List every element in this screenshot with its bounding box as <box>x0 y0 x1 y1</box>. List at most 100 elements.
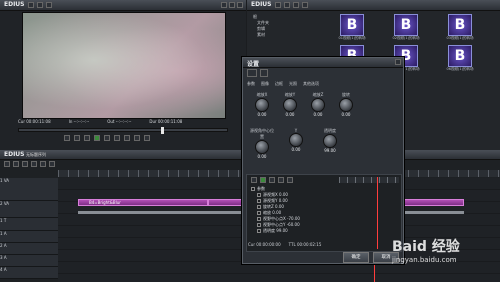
track-header[interactable]: 1 VA <box>0 178 58 201</box>
close-icon[interactable] <box>237 2 243 8</box>
transport-controls <box>64 135 150 141</box>
in-timecode: In --:--:--:-- <box>68 119 90 124</box>
track-name: 2 VA <box>0 201 10 206</box>
tool-icon[interactable] <box>22 161 28 167</box>
menu-button[interactable] <box>28 2 34 8</box>
tool-icon[interactable] <box>13 161 19 167</box>
timecode-bar: Cur 00:00:11:08 In --:--:--:-- Out --:--… <box>18 119 228 126</box>
loop-icon[interactable] <box>124 135 130 141</box>
ok-button[interactable]: 确定 <box>343 252 369 263</box>
scrubber-handle[interactable] <box>161 127 164 134</box>
mark-out-icon[interactable] <box>144 135 150 141</box>
bin-title: EDIUS <box>251 1 272 8</box>
knob-control[interactable] <box>289 133 303 147</box>
preset-icon[interactable] <box>247 69 257 77</box>
tab-params[interactable]: 参数 <box>247 81 255 87</box>
keyframe-ruler[interactable] <box>339 177 399 183</box>
checkbox[interactable] <box>257 205 261 209</box>
knob-control[interactable] <box>311 98 325 112</box>
folder-icon[interactable] <box>275 2 281 8</box>
clip-label: B4=Bright&Blur <box>89 200 121 205</box>
next-keyframe-icon[interactable] <box>287 177 293 183</box>
knob-control[interactable] <box>339 98 353 112</box>
play-icon[interactable] <box>260 177 266 183</box>
knob-control[interactable] <box>255 98 269 112</box>
checkbox[interactable] <box>257 211 261 215</box>
thumbnail-image: B <box>448 14 472 36</box>
knob-control[interactable] <box>255 140 269 154</box>
keyframe-playhead[interactable] <box>377 177 378 249</box>
thumbnail-image: B <box>448 45 472 67</box>
player-scrubber[interactable] <box>18 127 228 134</box>
track-header[interactable]: 1 T <box>0 218 58 231</box>
checkbox[interactable] <box>251 187 255 191</box>
fast-forward-icon[interactable] <box>104 135 110 141</box>
tab-other[interactable]: 其他选项 <box>303 81 319 87</box>
search-icon[interactable] <box>302 2 308 8</box>
settings-dialog: 设置 参数 图像 边框 光照 其他选项 缩放X 0.00 缩放Y 0.00 缩放… <box>242 57 404 264</box>
dialog-title: 设置 <box>247 61 260 68</box>
next-frame-icon[interactable] <box>114 135 120 141</box>
checkbox[interactable] <box>257 229 261 233</box>
minimize-icon[interactable] <box>221 2 227 8</box>
close-icon[interactable] <box>395 59 401 65</box>
tool-icon[interactable] <box>49 161 55 167</box>
timeline-clip[interactable]: B4=Bright&Blur <box>78 199 208 206</box>
track-name: 4 A <box>0 267 7 272</box>
track-name: 1 T <box>0 218 7 223</box>
keyframe-toolbar <box>251 177 293 183</box>
stop-icon[interactable] <box>84 135 90 141</box>
track-header[interactable]: 2 A <box>0 243 58 255</box>
rewind-icon[interactable] <box>74 135 80 141</box>
checkbox[interactable] <box>257 223 261 227</box>
knob-value: 0.00 <box>257 112 267 117</box>
knob-control[interactable] <box>323 134 337 148</box>
thumbnail-label: 06视频(1)的转场 <box>446 67 474 71</box>
knob-control[interactable] <box>283 98 297 112</box>
app-title: EDIUS <box>4 1 25 8</box>
tab-border[interactable]: 边框 <box>275 81 283 87</box>
thumbnail-label: 03视频(1)的转场 <box>446 36 474 40</box>
view-icon[interactable] <box>293 2 299 8</box>
play-icon[interactable] <box>94 135 100 141</box>
ttl-timecode: TTL 00:00:02:15 <box>288 242 322 247</box>
tool-icon[interactable] <box>31 161 37 167</box>
watermark-url: jingyan.baidu.com <box>392 256 457 264</box>
tool-icon[interactable] <box>40 161 46 167</box>
checkbox[interactable] <box>257 193 261 197</box>
tool-icon[interactable] <box>4 161 10 167</box>
thumbnail-image: B <box>340 14 364 36</box>
knob-value: 0.00 <box>341 112 351 117</box>
tab-image[interactable]: 图像 <box>261 81 269 87</box>
maximize-icon[interactable] <box>229 2 235 8</box>
menu-button[interactable] <box>46 2 52 8</box>
checkbox-icon[interactable] <box>251 177 257 183</box>
list-item[interactable]: 透明度 99.00 <box>251 228 339 234</box>
layer-list: 参数 源视频X 0.00 源视频Y 0.00 旋转Z 0.00 缩放 0.00 … <box>251 186 339 234</box>
mark-in-icon[interactable] <box>134 135 140 141</box>
checkbox[interactable] <box>257 217 261 221</box>
knob-value: 0.00 <box>285 112 295 117</box>
preview-monitor <box>22 12 226 119</box>
tree-item[interactable]: 素材 <box>253 32 317 38</box>
thumbnail-item[interactable]: B 02视频(1)的转场 <box>389 14 423 41</box>
menu-button[interactable] <box>37 2 43 8</box>
cur-timecode: Cur 00:00:11:08 <box>18 119 51 124</box>
track-header[interactable]: 3 A <box>0 255 58 267</box>
knob-value: 99.00 <box>324 148 336 153</box>
add-keyframe-icon[interactable] <box>269 177 275 183</box>
thumbnail-item[interactable]: B 06视频(1)的转场 <box>443 45 477 72</box>
thumbnail-item[interactable]: B 01视频(1)的转场 <box>335 14 369 41</box>
reset-icon[interactable] <box>260 69 268 77</box>
track-header[interactable]: 2 VA <box>0 201 58 218</box>
checkbox[interactable] <box>257 199 261 203</box>
track-header[interactable]: 1 A <box>0 231 58 243</box>
track-header[interactable]: 4 A <box>0 267 58 279</box>
prev-frame-icon[interactable] <box>64 135 70 141</box>
knob-value: 0.00 <box>313 112 323 117</box>
prev-keyframe-icon[interactable] <box>278 177 284 183</box>
tab-light[interactable]: 光照 <box>289 81 297 87</box>
thumbnail-item[interactable]: B 03视频(1)的转场 <box>443 14 477 41</box>
text-icon[interactable] <box>284 2 290 8</box>
dialog-tabs: 参数 图像 边框 光照 其他选项 <box>247 81 319 87</box>
